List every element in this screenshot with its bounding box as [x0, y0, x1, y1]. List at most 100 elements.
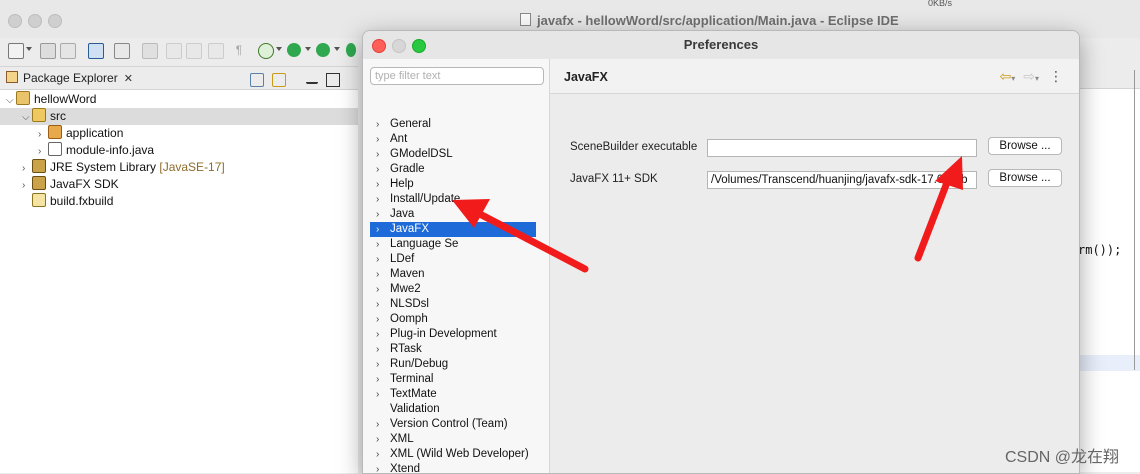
chevron-right-icon[interactable]: › — [376, 462, 379, 473]
pref-item-gradle[interactable]: › Gradle — [370, 162, 536, 177]
chevron-right-icon[interactable]: › — [376, 237, 379, 252]
sdk-path-input[interactable] — [707, 171, 977, 189]
chevron-down-icon[interactable] — [334, 47, 340, 51]
minimize-view-icon[interactable] — [306, 76, 318, 84]
chevron-right-icon[interactable]: › — [376, 312, 379, 327]
kebab-menu-icon[interactable]: ⋮ — [1049, 68, 1063, 84]
chevron-down-icon[interactable] — [276, 47, 282, 51]
tree-item-module-info[interactable]: › module-info.java — [38, 142, 154, 159]
chevron-right-icon[interactable]: › — [22, 160, 32, 177]
chevron-right-icon[interactable]: › — [38, 126, 48, 143]
save-all-icon[interactable] — [60, 43, 76, 59]
pref-item-ldef[interactable]: › LDef — [370, 252, 536, 267]
chevron-down-icon[interactable]: ⌵ — [6, 92, 16, 109]
pref-item-maven[interactable]: › Maven — [370, 267, 536, 282]
new-file-icon[interactable] — [8, 43, 24, 59]
pref-item-java[interactable]: › Java — [370, 207, 536, 222]
run-icon[interactable] — [287, 43, 301, 57]
chevron-right-icon[interactable]: › — [376, 267, 379, 282]
pref-item-language-se[interactable]: › Language Se — [370, 237, 536, 252]
pref-item-terminal[interactable]: › Terminal — [370, 372, 536, 387]
window-close-button[interactable] — [8, 14, 22, 28]
chevron-right-icon[interactable]: › — [376, 207, 379, 222]
pref-item-nlsdsl[interactable]: › NLSDsl — [370, 297, 536, 312]
chevron-down-icon[interactable] — [26, 47, 32, 51]
jre-version-tag: [JavaSE-17] — [159, 160, 225, 174]
tree-item-src[interactable]: ⌵ src — [0, 108, 358, 125]
view-menu-icon[interactable] — [294, 74, 298, 86]
pref-item-validation[interactable]: Validation — [370, 402, 536, 417]
pin-icon[interactable] — [142, 43, 158, 59]
scenebuilder-browse-button[interactable]: Browse ... — [988, 137, 1062, 155]
window-zoom-button[interactable] — [48, 14, 62, 28]
chevron-right-icon[interactable]: › — [376, 357, 379, 372]
sdk-browse-button[interactable]: Browse ... — [988, 169, 1062, 187]
pref-item-xml[interactable]: › XML — [370, 432, 536, 447]
chevron-right-icon[interactable]: › — [376, 117, 379, 132]
chevron-right-icon[interactable]: › — [376, 192, 379, 207]
pref-item-plug-in-development[interactable]: › Plug-in Development — [370, 327, 536, 342]
terminal-icon[interactable] — [88, 43, 104, 59]
collapse-all-icon[interactable] — [250, 72, 264, 87]
run-external-icon[interactable] — [316, 43, 330, 57]
pref-item-general[interactable]: › General — [370, 117, 536, 132]
tree-item-application[interactable]: › application — [38, 125, 123, 142]
arrow-left-icon[interactable]: ⇦ — [1000, 68, 1012, 84]
pref-item-help[interactable]: › Help — [370, 177, 536, 192]
chevron-down-icon[interactable]: ⌵ — [22, 109, 32, 126]
maximize-view-icon[interactable] — [326, 72, 340, 87]
debug-icon[interactable] — [258, 43, 274, 59]
chevron-right-icon[interactable]: › — [376, 177, 379, 192]
pilcrow-icon[interactable]: ¶ — [232, 43, 246, 57]
chevron-right-icon[interactable]: › — [376, 252, 379, 267]
chevron-right-icon[interactable]: › — [376, 417, 379, 432]
pref-item-rtask[interactable]: › RTask — [370, 342, 536, 357]
editor-area[interactable] — [1078, 66, 1140, 472]
pref-item-mwe2[interactable]: › Mwe2 — [370, 282, 536, 297]
skip-breakpoints-icon[interactable] — [114, 43, 130, 59]
pref-item-gmodeldsl[interactable]: › GModelDSL — [370, 147, 536, 162]
link-editor-icon[interactable] — [272, 72, 286, 87]
close-icon[interactable]: ✕ — [124, 73, 133, 85]
pref-item-textmate[interactable]: › TextMate — [370, 387, 536, 402]
package-explorer-tab[interactable]: Package Explorer ✕ — [6, 71, 133, 85]
chevron-right-icon[interactable]: › — [376, 297, 379, 312]
save-icon[interactable] — [40, 43, 56, 59]
chevron-down-icon[interactable]: ▾ — [1011, 74, 1015, 83]
tree-item-jre[interactable]: › JRE System Library [JavaSE-17] — [22, 159, 225, 176]
scenebuilder-path-input[interactable] — [707, 139, 977, 157]
chevron-right-icon[interactable]: › — [376, 162, 379, 177]
chevron-right-icon[interactable]: › — [376, 222, 379, 237]
chevron-right-icon[interactable]: › — [376, 387, 379, 402]
pref-item-version-control-team[interactable]: › Version Control (Team) — [370, 417, 536, 432]
chevron-right-icon[interactable]: › — [376, 327, 379, 342]
pref-item-oomph[interactable]: › Oomph — [370, 312, 536, 327]
chevron-right-icon[interactable]: › — [376, 147, 379, 162]
pref-item-run-debug[interactable]: › Run/Debug — [370, 357, 536, 372]
chevron-right-icon[interactable]: › — [376, 372, 379, 387]
pref-item-javafx[interactable]: › JavaFX — [370, 222, 536, 237]
chevron-right-icon[interactable]: › — [376, 342, 379, 357]
arrow-right-icon[interactable]: ⇨ — [1023, 68, 1035, 84]
tree-item-javafx-sdk[interactable]: › JavaFX SDK — [22, 176, 119, 193]
edit-icon[interactable] — [166, 43, 182, 59]
pref-item-xml-wild-web-developer[interactable]: › XML (Wild Web Developer) — [370, 447, 536, 462]
refactor-icon[interactable] — [208, 43, 224, 59]
filter-input[interactable] — [370, 67, 544, 85]
coverage-icon[interactable] — [346, 43, 356, 57]
annotation-icon[interactable] — [186, 43, 202, 59]
tree-item-fxbuild[interactable]: build.fxbuild — [32, 193, 113, 210]
chevron-right-icon[interactable]: › — [376, 432, 379, 447]
chevron-right-icon[interactable]: › — [376, 282, 379, 297]
pref-item-ant[interactable]: › Ant — [370, 132, 536, 147]
tree-item-project[interactable]: ⌵ hellowWord — [6, 91, 96, 108]
chevron-down-icon[interactable]: ▾ — [1035, 74, 1039, 83]
chevron-right-icon[interactable]: › — [38, 143, 48, 160]
chevron-right-icon[interactable]: › — [376, 447, 379, 462]
chevron-down-icon[interactable] — [305, 47, 311, 51]
window-minimize-button[interactable] — [28, 14, 42, 28]
chevron-right-icon[interactable]: › — [22, 177, 32, 194]
chevron-right-icon[interactable]: › — [376, 132, 379, 147]
pref-item-install-update[interactable]: › Install/Update — [370, 192, 536, 207]
pref-item-xtend[interactable]: › Xtend — [370, 462, 536, 473]
